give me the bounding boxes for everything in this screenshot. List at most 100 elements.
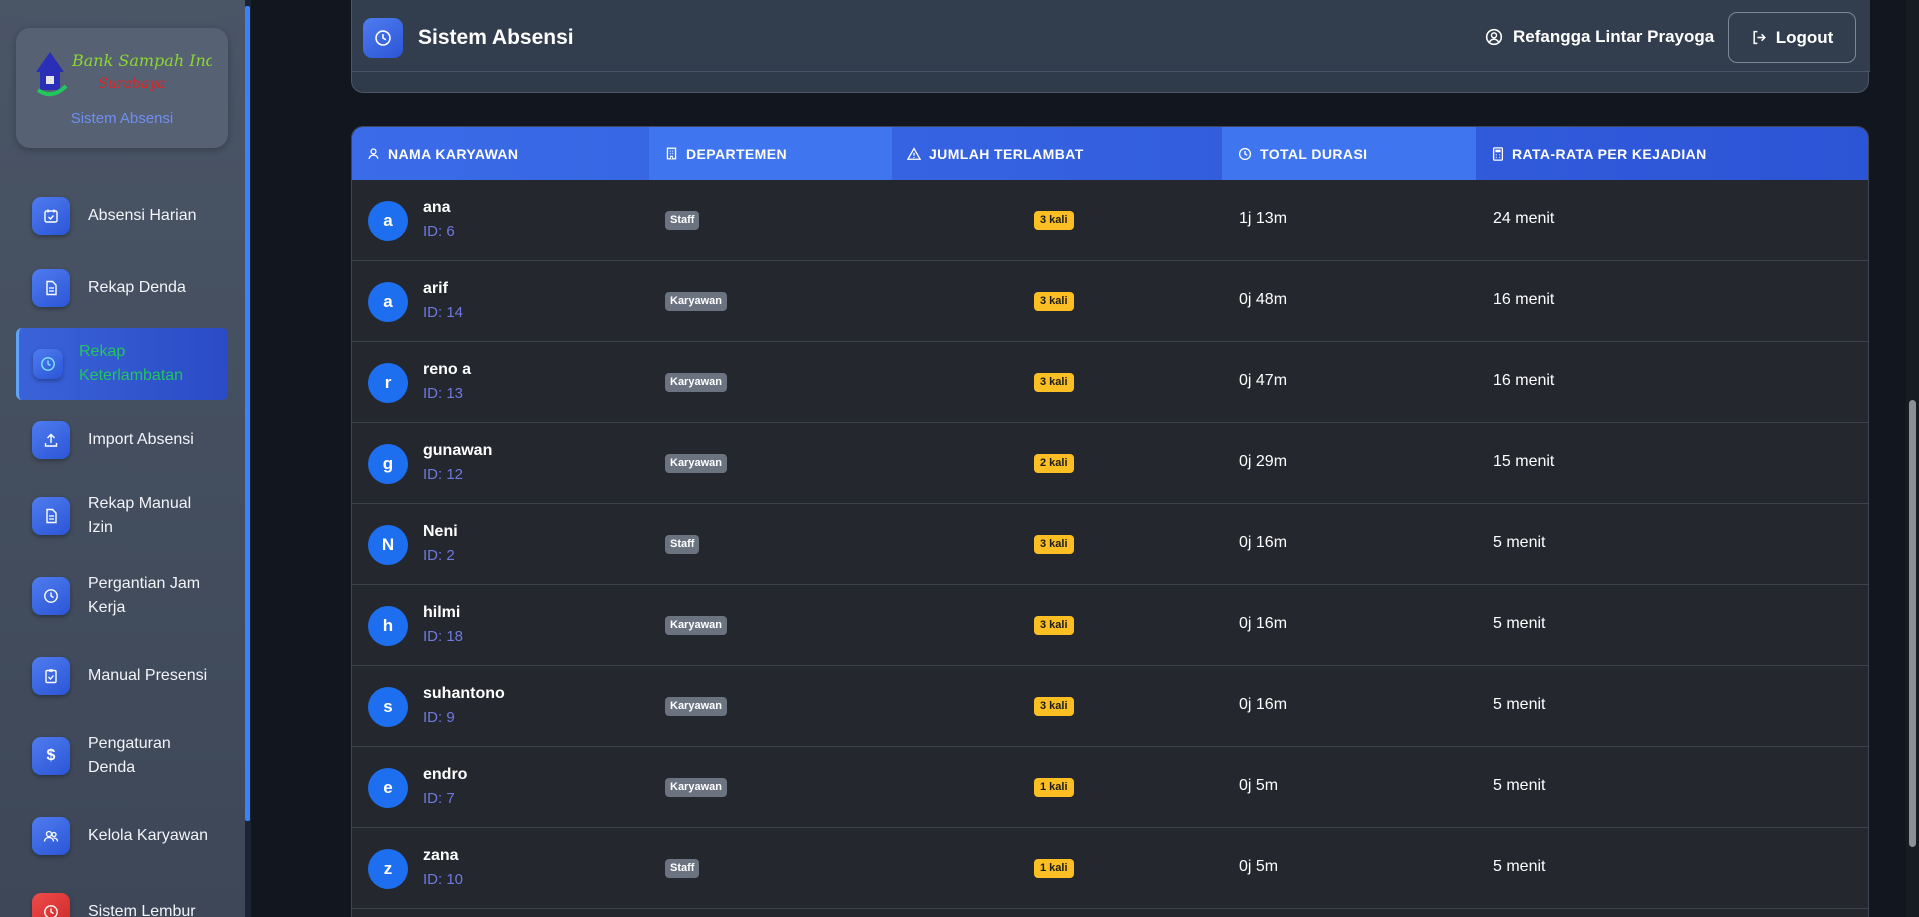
table-row[interactable]: s suhantono ID: 9 Karyawan 3 kali 0j 16m 5 men… (352, 666, 1868, 747)
column-header-jumlah-terlambat[interactable]: JUMLAH TERLAMBAT (892, 127, 1222, 180)
clock-icon (32, 577, 70, 615)
sidebar-item-rekap-denda[interactable]: Rekap Denda (16, 252, 228, 324)
page-scrollbar[interactable] (1906, 0, 1919, 917)
sidebar-item-label: Rekap Manual Izin (88, 495, 192, 536)
sidebar-item-label: Pengaturan Denda (88, 735, 171, 776)
user-name: Refangga Lintar Prayoga (1513, 27, 1715, 46)
total-duration: 0j 29m (1239, 453, 1288, 470)
table-row[interactable]: a arif ID: 14 Karyawan 3 kali 0j 48m 16 menit (352, 261, 1868, 342)
clock-icon (363, 18, 403, 58)
sidebar-scrollbar-thumb[interactable] (245, 6, 250, 821)
brand-subtitle: Sistem Absensi (70, 110, 174, 127)
sidebar-item-pergantian-jam-kerja[interactable]: Pergantian Jam Kerja (16, 560, 228, 632)
logout-button[interactable]: Logout (1728, 12, 1856, 63)
avatar: g (368, 444, 408, 484)
department-badge: Karyawan (665, 454, 727, 473)
department-badge: Karyawan (665, 292, 727, 311)
column-header-total-durasi[interactable]: TOTAL DURASI (1222, 127, 1476, 180)
late-count-badge: 3 kali (1034, 535, 1074, 554)
employee-id: ID: 10 (423, 871, 464, 888)
clock-icon (1238, 147, 1252, 160)
employee-name: ana (423, 199, 451, 216)
sidebar-scrollbar[interactable] (245, 0, 251, 917)
building-icon (666, 147, 677, 160)
logout-label: Logout (1775, 27, 1834, 47)
table-row[interactable]: N Neni ID: 2 Staff 3 kali 0j 16m 5 menit (352, 504, 1868, 585)
table-row[interactable]: z zana ID: 10 Staff 1 kali 0j 5m 5 menit (352, 828, 1868, 909)
total-duration: 0j 47m (1239, 372, 1288, 389)
department-badge: Staff (665, 535, 700, 554)
average-per-incident: 15 menit (1493, 453, 1555, 470)
calculator-icon (1492, 146, 1504, 161)
average-per-incident: 5 menit (1493, 615, 1546, 632)
avatar: N (368, 525, 408, 565)
column-header-rata-rata[interactable]: RATA-RATA PER KEJADIAN (1476, 127, 1868, 180)
sidebar-item-rekap-manual-izin[interactable]: Rekap Manual Izin (16, 480, 228, 552)
avatar: z (368, 849, 408, 889)
brand-logo-text-2: Surabaya (98, 76, 165, 92)
sidebar-item-label: Pergantian Jam Kerja (88, 575, 201, 616)
late-count-badge: 2 kali (1034, 454, 1074, 473)
page-scrollbar-thumb[interactable] (1909, 400, 1916, 847)
employee-name: endro (423, 766, 468, 783)
avatar: e (368, 768, 408, 808)
column-header-nama[interactable]: NAMA KARYAWAN (367, 127, 647, 180)
brand-card[interactable]: Bank Sampah Induk Surabaya Sistem Absens… (16, 28, 228, 148)
employee-name: arif (423, 280, 448, 297)
sidebar-item-label: Rekap Denda (88, 279, 186, 296)
department-badge: Karyawan (665, 697, 727, 716)
column-header-label: RATA-RATA PER KEJADIAN (1512, 145, 1707, 162)
document-icon (32, 497, 70, 535)
average-per-incident: 5 menit (1493, 777, 1546, 794)
upload-icon (32, 421, 70, 459)
table-row[interactable]: r reno a ID: 13 Karyawan 3 kali 0j 47m 16 meni… (352, 342, 1868, 423)
total-duration: 0j 48m (1239, 291, 1288, 308)
late-count-badge: 3 kali (1034, 616, 1074, 635)
average-per-incident: 16 menit (1493, 372, 1555, 389)
sidebar-item-kelola-karyawan[interactable]: Kelola Karyawan (16, 800, 228, 872)
sidebar-item-absensi-harian[interactable]: Absensi Harian (16, 180, 228, 252)
user-circle-icon (1485, 28, 1503, 46)
table-row[interactable]: g gunawan ID: 12 Karyawan 2 kali 0j 29m 15 men… (352, 423, 1868, 504)
average-per-incident: 16 menit (1493, 291, 1555, 308)
sidebar-item-rekap-keterlambatan[interactable]: Rekap Keterlambatan (16, 328, 228, 400)
sidebar-item-import-absensi[interactable]: Import Absensi (16, 404, 228, 476)
employee-name: gunawan (423, 442, 493, 459)
total-duration: 0j 16m (1239, 534, 1288, 551)
sidebar-item-sistem-lembur[interactable]: Sistem Lembur (16, 876, 228, 917)
employee-name: zana (423, 847, 459, 864)
employee-id: ID: 12 (423, 466, 464, 483)
brand-logo: Bank Sampah Induk Surabaya (36, 51, 212, 97)
late-count-badge: 3 kali (1034, 697, 1074, 716)
employee-id: ID: 18 (423, 628, 464, 645)
sidebar-item-label: Rekap Keterlambatan (79, 343, 184, 384)
employee-id: ID: 7 (423, 790, 455, 807)
column-header-departemen[interactable]: DEPARTEMEN (649, 127, 892, 180)
late-count-badge: 1 kali (1034, 778, 1074, 797)
total-duration: 0j 5m (1239, 858, 1279, 875)
clipboard-icon (32, 657, 70, 695)
clock-icon (32, 893, 70, 917)
table-row[interactable]: h hilmi ID: 18 Karyawan 3 kali 0j 16m 5 menit (352, 585, 1868, 666)
department-badge: Karyawan (665, 616, 727, 635)
sidebar-item-label: Manual Presensi (88, 667, 208, 684)
logout-icon (1753, 30, 1766, 45)
header-bar: Sistem Absensi Refangga Lintar Prayoga L… (352, 0, 1870, 72)
avatar: r (368, 363, 408, 403)
department-badge: Staff (665, 859, 700, 878)
column-header-label: NAMA KARYAWAN (388, 145, 519, 162)
department-badge: Karyawan (665, 373, 727, 392)
total-duration: 0j 16m (1239, 696, 1288, 713)
sidebar-item-pengaturan-denda[interactable]: $ Pengaturan Denda (16, 720, 228, 792)
table-row[interactable]: a ana ID: 6 Staff 3 kali 1j 13m 24 menit (352, 180, 1868, 261)
clock-icon (33, 349, 63, 379)
employee-name: Neni (423, 523, 458, 540)
table-row[interactable]: e endro ID: 7 Karyawan 1 kali 0j 5m 5 menit (352, 747, 1868, 828)
average-per-incident: 5 menit (1493, 534, 1546, 551)
average-per-incident: 5 menit (1493, 696, 1546, 713)
sidebar-item-manual-presensi[interactable]: Manual Presensi (16, 640, 228, 712)
user-info[interactable]: Refangga Lintar Prayoga (1485, 27, 1714, 47)
late-count-badge: 3 kali (1034, 373, 1074, 392)
avatar: s (368, 687, 408, 727)
avatar: a (368, 282, 408, 322)
